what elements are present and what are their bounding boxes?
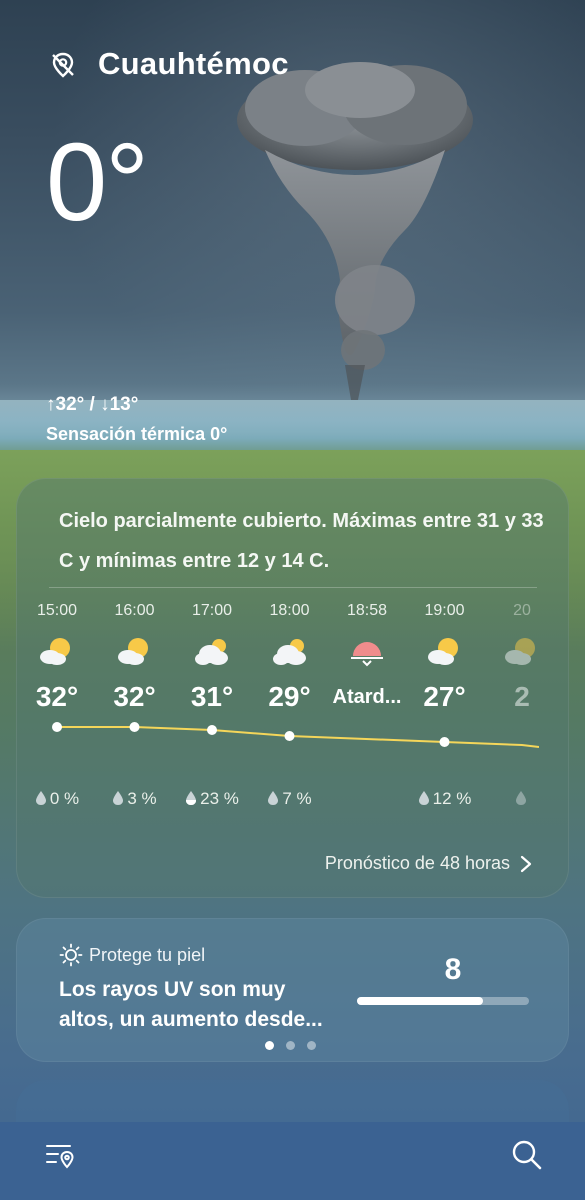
hour-icon-wrap [90,623,180,679]
temperature-curve-point [129,722,140,732]
location-off-icon[interactable] [48,50,78,80]
uv-heading-label: Protege tu piel [89,944,206,965]
hour-precipitation-value: 7 % [282,789,312,808]
hour-time: 18:58 [346,602,388,619]
hour-precipitation: 12 % [400,789,490,809]
hour-icon-wrap [245,623,335,679]
hour-time: 20 [513,602,531,619]
hour-time: 17:00 [191,602,233,619]
temperature-curve-point [52,722,62,732]
uv-index-bar [357,997,529,1005]
hour-temperature: 2 [514,681,530,712]
hour-precipitation-value: 23 % [200,789,239,808]
hour-time: 18:00 [269,602,310,619]
raindrop-icon [515,791,526,805]
mostly-cloudy-icon [195,639,228,665]
hourly-forecast-card[interactable]: Cielo parcialmente cubierto. Máximas ent… [16,478,569,898]
partly-cloudy-icon [40,638,70,665]
hour-temperature: 27° [423,681,466,712]
raindrop-icon [113,791,124,805]
weather-description: Cielo parcialmente cubierto. Máximas ent… [59,510,544,572]
temperature-curve-point [284,731,295,741]
uv-message: Los rayos UV son muy altos, un aumento d… [59,975,359,1035]
hour-temperature: 29° [268,681,311,712]
card-pager[interactable] [265,1041,316,1050]
uv-message-line1: Los rayos UV son muy [59,978,286,1001]
hour-precipitation: 23 % [167,789,257,809]
sunset-icon [351,642,383,667]
uv-index-bar-fill [357,997,483,1005]
raindrop-icon [268,791,279,805]
temperature-curve-line [57,726,539,748]
hour-precipitation-value: 3 % [127,789,157,808]
hour-precipitation [477,789,539,809]
sun-icon [59,943,83,967]
mostly-cloudy-icon [272,639,306,665]
hourly-strip[interactable]: 15:00 32° 0 % 16:00 32° 3 % 17:00 31° 23 % 18:00 2… [17,599,539,829]
storm-cloud-illustration [237,62,473,400]
hour-column[interactable]: 17:00 31° [167,599,257,715]
hour-temperature: 32° [113,681,156,712]
raindrop-icon [418,791,429,805]
partly-cloudy-icon [505,638,535,665]
hour-precipitation-value: 0 % [49,789,80,808]
high-low-temperature: ↑32° / ↓13° [46,394,139,415]
partly-cloudy-icon [117,638,148,665]
city-name[interactable]: Cuauhtémoc [98,46,289,82]
hour-column[interactable]: 20 2 [477,599,539,715]
hour-icon-wrap [477,623,539,679]
uv-heading: Protege tu piel [59,943,205,967]
uv-index-card[interactable]: Protege tu piel Los rayos UV son muy alt… [16,918,569,1062]
bottom-navigation-bar [0,1122,585,1200]
partly-cloudy-icon [427,638,458,665]
forecast-48h-link[interactable]: Pronóstico de 48 horas [325,853,532,874]
hour-icon-wrap [322,623,412,679]
hour-column[interactable]: 18:58 Atard... [322,599,412,715]
hour-icon-wrap [400,623,490,679]
search-icon[interactable] [510,1138,544,1172]
hour-precipitation-value: 12 % [432,789,472,808]
hour-icon-wrap [167,623,257,679]
card-divider [49,587,537,588]
pager-dot[interactable] [286,1041,295,1050]
chevron-right-icon [520,855,532,872]
hour-time: 19:00 [424,602,465,619]
temperature-curve-point [207,725,217,735]
current-temperature: 0° [46,121,149,244]
hour-precipitation: 3 % [90,789,180,809]
hour-column[interactable]: 16:00 32° [90,599,180,715]
pager-dot[interactable] [307,1041,316,1050]
hour-temperature: Atard... [332,686,402,708]
uv-message-line2: altos, un aumento desde... [59,1008,323,1031]
raindrop-icon [186,791,197,805]
feels-like-temperature: Sensación térmica 0° [46,424,228,444]
hour-temperature: 31° [190,681,234,712]
hour-column[interactable]: 18:00 29° [245,599,335,715]
hour-precipitation: 7 % [245,789,335,809]
pager-dot[interactable] [265,1041,274,1050]
hour-column[interactable]: 19:00 27° [400,599,490,715]
raindrop-icon [35,791,46,805]
location-list-icon[interactable] [44,1140,76,1172]
uv-index-value: 8 [444,953,462,986]
forecast-48h-label: Pronóstico de 48 horas [324,853,510,873]
temperature-curve-point [439,737,450,747]
hour-time: 16:00 [114,602,155,619]
